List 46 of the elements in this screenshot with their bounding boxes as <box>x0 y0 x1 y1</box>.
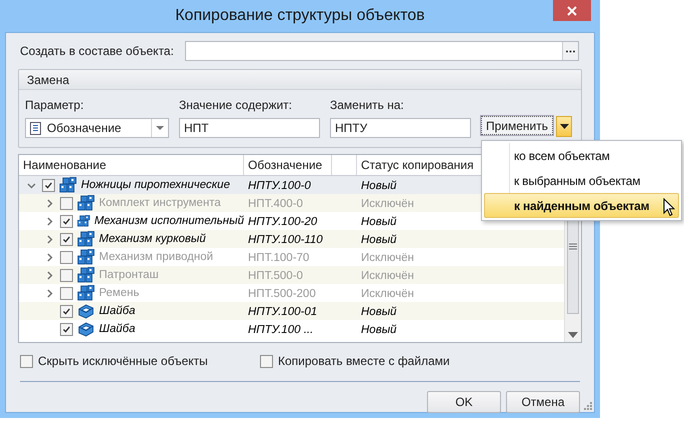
object-name: Шайба <box>99 323 136 335</box>
status-text: Новый <box>361 324 397 336</box>
column-header[interactable]: Обозначение <box>244 155 332 175</box>
input-field[interactable]: НПТ <box>179 118 320 138</box>
input-field[interactable]: НПТУ <box>330 118 471 138</box>
designation-text: НПТ.400-0 <box>248 198 303 210</box>
status-text: Исключён <box>361 288 414 300</box>
tree-row[interactable]: Механизм курковый НПТУ.100-110 Новый <box>19 230 564 248</box>
apply-button[interactable]: Применить <box>481 116 554 135</box>
column-header[interactable]: Наименование <box>19 155 244 175</box>
dialog-button[interactable]: OK <box>427 391 501 413</box>
designation-text: НПТУ.100 ... <box>248 324 314 336</box>
status-text: Новый <box>361 234 397 246</box>
designation-text: НПТ.500-0 <box>248 270 303 282</box>
status-text: Новый <box>361 216 397 228</box>
field-label: Создать в составе объекта: <box>20 44 175 58</box>
object-name: Патронташ <box>99 269 159 281</box>
object-name: Ножницы пиротехнические <box>81 179 230 191</box>
dialog-button[interactable]: Отмена <box>506 391 580 413</box>
designation-text: НПТУ.100-0 <box>248 180 311 192</box>
designation-text: НПТУ.100-110 <box>248 234 323 246</box>
status-text: Новый <box>361 180 397 192</box>
field-label: Параметр: <box>25 98 85 112</box>
window-title: Копирование структуры объектов <box>175 7 425 25</box>
parameter-dropdown[interactable]: Обозначение <box>25 118 169 138</box>
designation-text: НПТУ.100-01 <box>248 306 318 318</box>
designation-text: НПТ.100-70 <box>248 252 310 264</box>
field-label: Значение содержит: <box>179 98 294 112</box>
checkbox-label[interactable]: Скрыть исключённые объекты <box>38 354 208 368</box>
status-text: Исключён <box>361 252 414 264</box>
object-name: Механизм исполнительный <box>94 215 244 227</box>
object-name: Ремень <box>99 287 140 299</box>
object-name: Комплект инструмента <box>99 197 221 209</box>
object-name: Шайба <box>99 305 136 317</box>
object-name: Механизм приводной <box>99 251 214 263</box>
object-name: Механизм курковый <box>99 233 206 245</box>
checkbox-label[interactable]: Копировать вместе с файлами <box>278 354 450 368</box>
field-label: Заменить на: <box>330 98 405 112</box>
status-text: Исключён <box>361 198 414 210</box>
status-text: Исключён <box>361 270 414 282</box>
tree-row[interactable]: Шайба НПТУ.100-01 Новый <box>19 302 564 320</box>
designation-text: НПТУ.100-20 <box>248 216 318 228</box>
status-text: Новый <box>361 306 397 318</box>
designation-text: НПТ.500-200 <box>248 288 316 300</box>
group-title: Замена <box>27 72 70 86</box>
menu-item[interactable]: к найденным объектам <box>484 193 679 218</box>
